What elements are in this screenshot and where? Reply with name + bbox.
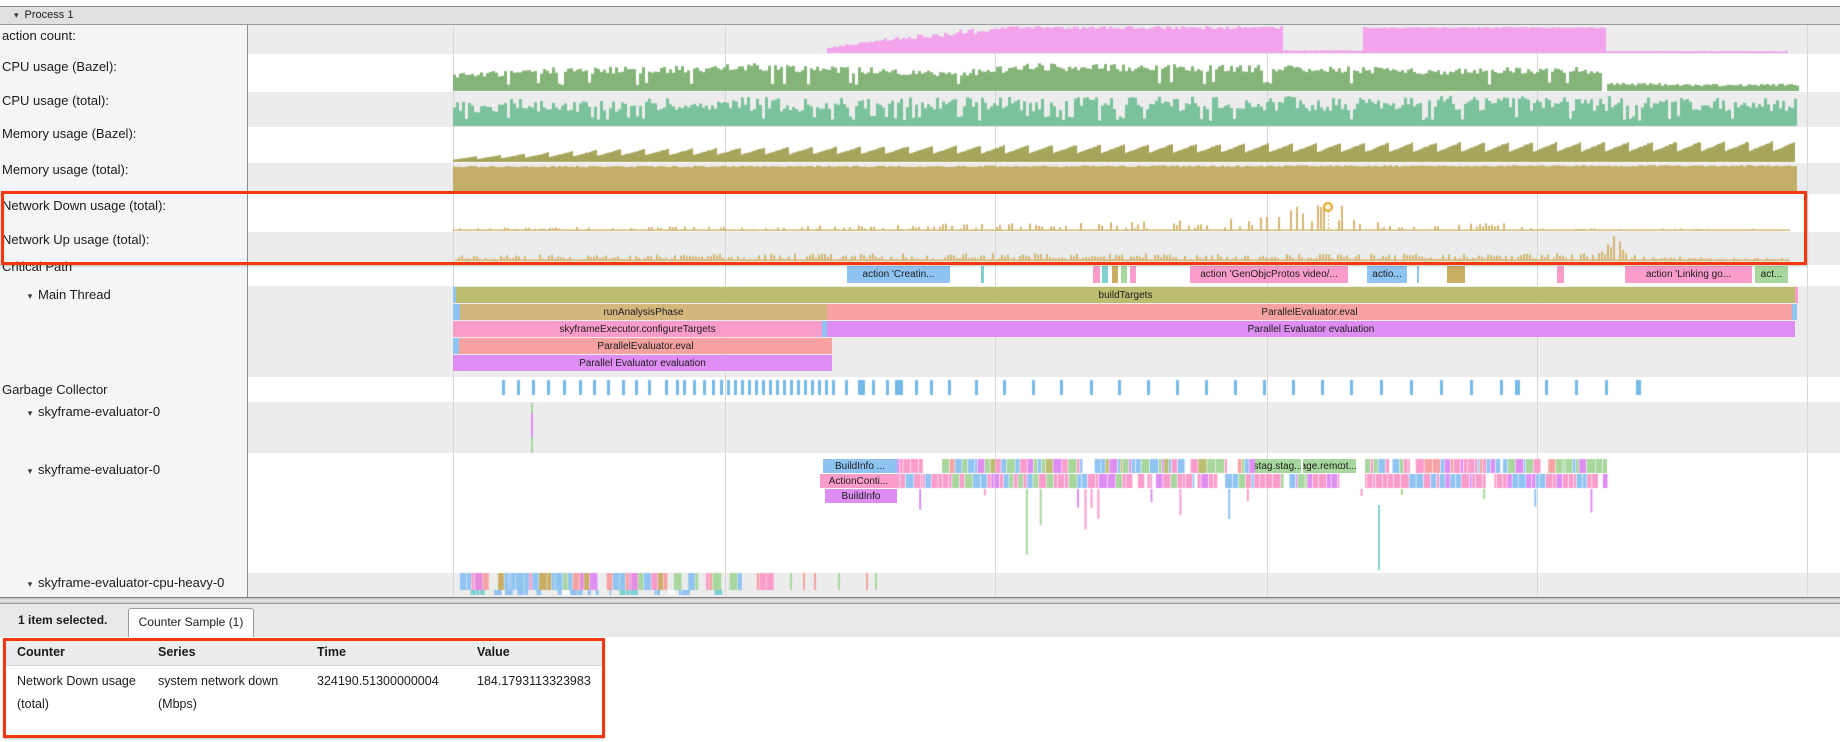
critical-path-event[interactable]: act...	[1755, 266, 1788, 283]
trace-event-box[interactable]: ParallelEvaluator.eval	[827, 304, 1792, 320]
trace-event-box[interactable]: BuildInfo ...	[823, 459, 897, 473]
critical-path-event[interactable]: action 'GenObjcProtos video/...	[1190, 266, 1348, 283]
event-label: BuildInfo ...	[835, 461, 885, 472]
trace-event-box[interactable]	[1795, 287, 1798, 303]
collapse-arrow-icon[interactable]: ▾	[22, 466, 38, 477]
event-label: Parallel Evaluator evaluation	[579, 358, 706, 369]
track-label-text: skyframe-evaluator-0	[38, 462, 160, 477]
critical-path-event[interactable]	[1112, 266, 1118, 283]
trace-event-box[interactable]: ActionConti...	[820, 474, 897, 488]
event-label: ParallelEvaluator.eval	[597, 341, 693, 352]
critical-path-event[interactable]: action 'Creatin...	[847, 266, 950, 283]
critical-path-event[interactable]	[1417, 266, 1419, 283]
trace-event-box[interactable]: ot...	[1341, 459, 1356, 473]
process-header[interactable]: ▾ Process 1	[0, 6, 1840, 25]
event-label: action 'GenObjcProtos video/...	[1200, 269, 1338, 280]
trace-event-box[interactable]	[453, 304, 460, 320]
event-label: actio...	[1372, 269, 1401, 280]
event-label: BuildInfo	[842, 491, 881, 502]
track-label-4[interactable]: Memory usage (total):	[2, 162, 128, 177]
collapse-arrow-icon[interactable]: ▾	[22, 408, 38, 419]
track-label-1[interactable]: CPU usage (Bazel):	[2, 59, 117, 74]
critical-path-event[interactable]	[1557, 266, 1564, 283]
trace-event-box[interactable]: Parallel Evaluator evaluation	[453, 355, 832, 371]
collapse-arrow-icon[interactable]: ▾	[22, 291, 38, 302]
track-label-8[interactable]: ▾Main Thread	[22, 287, 111, 302]
track-label-9[interactable]: Garbage Collector	[2, 382, 108, 397]
process-title: Process 1	[25, 9, 74, 21]
trace-event-box[interactable]: stag.stag...	[1255, 459, 1301, 473]
trace-event-box[interactable]: buildTargets	[456, 287, 1795, 303]
track-label-2[interactable]: CPU usage (total):	[2, 93, 109, 108]
event-label: buildTargets	[1099, 290, 1153, 301]
track-label-3[interactable]: Memory usage (Bazel):	[2, 126, 136, 141]
collapse-arrow-icon[interactable]: ▾	[22, 579, 38, 590]
critical-path-event[interactable]	[1121, 266, 1127, 283]
event-label: stag.stag...	[1255, 461, 1301, 472]
track-label-text: action count:	[2, 28, 76, 43]
track-label-text: skyframe-evaluator-cpu-heavy-0	[38, 575, 224, 590]
track-label-10[interactable]: ▾skyframe-evaluator-0	[22, 404, 160, 419]
selection-status: 1 item selected.	[18, 613, 107, 627]
tab-counter-sample[interactable]: Counter Sample (1)	[128, 608, 254, 637]
critical-path-event[interactable]	[1093, 266, 1100, 283]
panel-splitter[interactable]	[0, 597, 1840, 604]
event-label: skyframeExecutor.configureTargets	[559, 324, 715, 335]
trace-events-layer: action 'Creatin... action 'GenObjcProtos …	[0, 0, 1840, 597]
event-label: action 'Creatin...	[863, 269, 935, 280]
critical-path-event[interactable]: actio...	[1367, 266, 1407, 283]
network-rows-highlight-box	[1, 191, 1807, 265]
trace-event-box[interactable]: BuildInfo	[825, 489, 897, 503]
trace-viewer-app: ▾ Process 1 action 'Creatin... action 'Gen…	[0, 0, 1840, 742]
event-label: action 'Linking go...	[1646, 269, 1731, 280]
event-label: ActionConti...	[829, 476, 888, 487]
trace-event-box[interactable]	[1792, 304, 1797, 320]
trace-event-box[interactable]: stage.remo...	[1303, 459, 1341, 473]
event-label: ParallelEvaluator.eval	[1261, 307, 1357, 318]
track-label-text: CPU usage (Bazel):	[2, 59, 117, 74]
trace-event-box[interactable]: skyframeExecutor.configureTargets	[453, 321, 822, 337]
event-label: Parallel Evaluator evaluation	[1248, 324, 1375, 335]
event-label: ot...	[1341, 461, 1356, 472]
track-label-text: skyframe-evaluator-0	[38, 404, 160, 419]
critical-path-event[interactable]: action 'Linking go...	[1625, 266, 1752, 283]
track-label-0[interactable]: action count:	[2, 28, 76, 43]
event-label: stage.remo...	[1303, 461, 1341, 472]
track-label-text: Memory usage (total):	[2, 162, 128, 177]
critical-path-event[interactable]	[981, 266, 984, 283]
track-label-text: Main Thread	[38, 287, 111, 302]
event-label: runAnalysisPhase	[603, 307, 683, 318]
track-label-text: Garbage Collector	[2, 382, 108, 397]
track-label-12[interactable]: ▾skyframe-evaluator-cpu-heavy-0	[22, 575, 224, 590]
track-label-text: CPU usage (total):	[2, 93, 109, 108]
critical-path-event[interactable]	[1102, 266, 1108, 283]
details-tabbar: 1 item selected. Counter Sample (1)	[0, 604, 1840, 637]
collapse-arrow-icon[interactable]: ▾	[14, 7, 19, 24]
trace-event-box[interactable]: runAnalysisPhase	[460, 304, 827, 320]
trace-event-box[interactable]: ParallelEvaluator.eval	[459, 338, 832, 354]
event-label: act...	[1761, 269, 1783, 280]
critical-path-event[interactable]	[1130, 266, 1136, 283]
table-highlight-box	[3, 638, 605, 738]
trace-event-box[interactable]: Parallel Evaluator evaluation	[827, 321, 1795, 337]
critical-path-event[interactable]	[1447, 266, 1465, 283]
track-label-11[interactable]: ▾skyframe-evaluator-0	[22, 462, 160, 477]
track-label-text: Memory usage (Bazel):	[2, 126, 136, 141]
